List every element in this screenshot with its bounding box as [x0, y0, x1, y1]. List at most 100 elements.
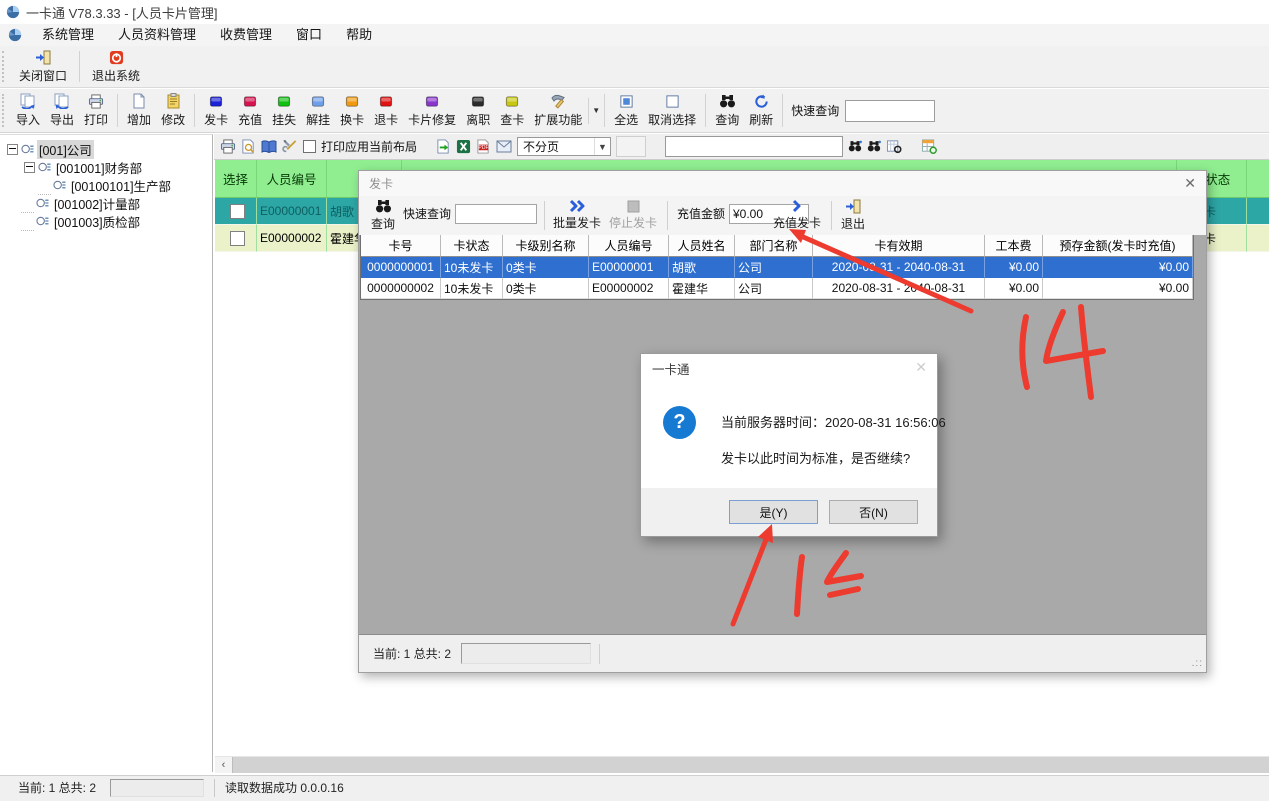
hammer-icon — [550, 93, 567, 109]
column-header-卡级别名称[interactable]: 卡级别名称 — [503, 235, 589, 257]
resize-grip[interactable]: .:: — [1192, 658, 1203, 669]
scroll-left-button[interactable]: ‹ — [215, 757, 233, 773]
toolbar-button-修改[interactable]: 修改 — [156, 89, 190, 132]
close-window-button[interactable]: 关闭窗口 — [11, 46, 75, 87]
collapse-icon[interactable] — [7, 144, 18, 155]
column-header-人员姓名[interactable]: 人员姓名 — [669, 235, 735, 257]
tree-connector — [38, 176, 51, 195]
tree-item-[001002]计量部[interactable]: [001002]计量部 — [0, 194, 212, 212]
export-page-icon[interactable] — [436, 139, 451, 154]
app-pie-chart-icon — [8, 28, 22, 42]
toolbar-button-增加[interactable]: 增加 — [122, 89, 156, 132]
toolbar-button-挂失[interactable]: 挂失 — [267, 89, 301, 132]
dialog-exit-label: 退出 — [841, 215, 865, 232]
menu-item-帮助[interactable]: 帮助 — [334, 24, 384, 46]
door-exit-icon — [844, 199, 862, 214]
toolbar-button-发卡[interactable]: 发卡 — [199, 89, 233, 132]
toolbar-button-全选[interactable]: 全选 — [609, 89, 643, 132]
server-time-text: 当前服务器时间：2020-08-31 16:56:06 — [721, 412, 946, 431]
toolbar-button-查卡[interactable]: 查卡 — [495, 89, 529, 132]
column-find-icon[interactable] — [886, 139, 902, 154]
tree-item-label[interactable]: [00100101]生产部 — [69, 176, 173, 195]
toolbar-button-导出[interactable]: 导出 — [45, 89, 79, 132]
dialog-quick-search-input[interactable] — [455, 204, 537, 224]
printer-icon[interactable] — [220, 139, 236, 154]
dialog-exit-button[interactable]: 退出 — [837, 198, 869, 232]
menu-item-窗口[interactable]: 窗口 — [284, 24, 334, 46]
column-header-工本费[interactable]: 工本费 — [985, 235, 1043, 257]
collapse-icon[interactable] — [24, 162, 35, 173]
tree-item-[001001]财务部[interactable]: [001001]财务部 — [0, 158, 212, 176]
quick-search-input[interactable] — [845, 100, 935, 122]
grid-search-input[interactable] — [665, 136, 843, 157]
book-icon[interactable] — [261, 140, 277, 154]
paging-select[interactable]: 不分页 ▼ — [517, 137, 611, 156]
print-preview-icon[interactable] — [241, 139, 256, 154]
exit-system-button[interactable]: 退出系统 — [84, 46, 148, 87]
toolbar-button-解挂[interactable]: 解挂 — [301, 89, 335, 132]
tree-item-label[interactable]: [001001]财务部 — [54, 158, 144, 177]
dialog-table-row[interactable]: 000000000210未发卡0类卡E00000002霍建华公司2020-08-… — [361, 278, 1193, 299]
print-layout-checkbox[interactable] — [303, 140, 316, 153]
separator — [79, 51, 80, 82]
toolbar-button-扩展功能[interactable]: 扩展功能 — [529, 89, 587, 132]
dialog-table-cell: 0类卡 — [503, 278, 589, 299]
charge-issue-button[interactable]: 充值发卡 — [771, 198, 823, 232]
progress-box — [110, 779, 204, 797]
no-button[interactable]: 否(N) — [829, 500, 918, 524]
find-next-icon[interactable] — [867, 140, 881, 153]
tree-item-[001]公司[interactable]: [001]公司 — [0, 140, 212, 158]
column-header-人员编号[interactable]: 人员编号 — [589, 235, 669, 257]
horizontal-scrollbar[interactable]: ‹ — [215, 756, 1269, 773]
dialog-table-cell: 0000000002 — [361, 278, 441, 299]
column-header-预存金额(发卡时充值)[interactable]: 预存金额(发卡时充值) — [1043, 235, 1193, 257]
row-checkbox[interactable] — [230, 231, 245, 246]
batch-issue-button[interactable]: 批量发卡 — [551, 198, 603, 232]
toolbar-button-换卡[interactable]: 换卡 — [335, 89, 369, 132]
question-icon: ? — [663, 406, 696, 439]
row-checkbox[interactable] — [230, 204, 245, 219]
column-header-人员编号[interactable]: 人员编号 — [257, 160, 327, 198]
toolbar-button-取消选择[interactable]: 取消选择 — [643, 89, 701, 132]
toolbar-button-退卡[interactable]: 退卡 — [369, 89, 403, 132]
batch-issue-label: 批量发卡 — [553, 214, 601, 231]
toolbar-button-label: 打印 — [84, 111, 108, 128]
menu-item-人员资料管理[interactable]: 人员资料管理 — [106, 24, 208, 46]
yes-button[interactable]: 是(Y) — [729, 500, 818, 524]
query-button[interactable]: 查询 — [367, 198, 399, 232]
toolbar-button-导入[interactable]: 导入 — [11, 89, 45, 132]
chevron-down-icon[interactable]: ▼ — [588, 98, 600, 124]
column-header-选择[interactable]: 选择 — [215, 160, 257, 198]
toolbar-button-查询[interactable]: 查询 — [710, 89, 744, 132]
tree-item-label[interactable]: [001003]质检部 — [52, 212, 142, 231]
toolbar-button-离职[interactable]: 离职 — [461, 89, 495, 132]
column-header-卡状态[interactable]: 卡状态 — [441, 235, 503, 257]
dialog-table-cell: ¥0.00 — [985, 278, 1043, 299]
dialog-table-cell: 公司 — [735, 278, 813, 299]
separator — [604, 94, 605, 127]
mail-export-icon[interactable] — [496, 140, 512, 153]
find-icon[interactable] — [848, 140, 862, 153]
excel-export-icon[interactable] — [456, 139, 471, 154]
column-header-部门名称[interactable]: 部门名称 — [735, 235, 813, 257]
toolbar-button-充值[interactable]: 充值 — [233, 89, 267, 132]
tree-item-[00100101]生产部[interactable]: [00100101]生产部 — [0, 176, 212, 194]
pdf-export-icon[interactable]: PDF — [476, 139, 491, 154]
tree-item-label[interactable]: [001002]计量部 — [52, 194, 142, 213]
toolbar-button-label: 查卡 — [500, 111, 524, 128]
tree-item-label[interactable]: [001]公司 — [37, 140, 94, 159]
column-header-卡号[interactable]: 卡号 — [361, 235, 441, 257]
close-icon[interactable]: ✕ — [1184, 175, 1196, 192]
grid-style-icon[interactable] — [921, 139, 937, 154]
toolbar-button-打印[interactable]: 打印 — [79, 89, 113, 132]
column-header-5[interactable] — [1247, 160, 1269, 198]
tools-icon[interactable] — [282, 139, 298, 154]
toolbar-button-卡片修复[interactable]: 卡片修复 — [403, 89, 461, 132]
menu-item-系统管理[interactable]: 系统管理 — [30, 24, 106, 46]
tree-item-[001003]质检部[interactable]: [001003]质检部 — [0, 212, 212, 230]
confirm-messagebox: 一卡通 ✕ ? 当前服务器时间：2020-08-31 16:56:06 发卡以此… — [640, 353, 938, 537]
dialog-table-row[interactable]: 000000000110未发卡0类卡E00000001胡歌公司2020-08-3… — [361, 257, 1193, 278]
column-header-卡有效期[interactable]: 卡有效期 — [813, 235, 985, 257]
toolbar-button-刷新[interactable]: 刷新 — [744, 89, 778, 132]
menu-item-收费管理[interactable]: 收费管理 — [208, 24, 284, 46]
